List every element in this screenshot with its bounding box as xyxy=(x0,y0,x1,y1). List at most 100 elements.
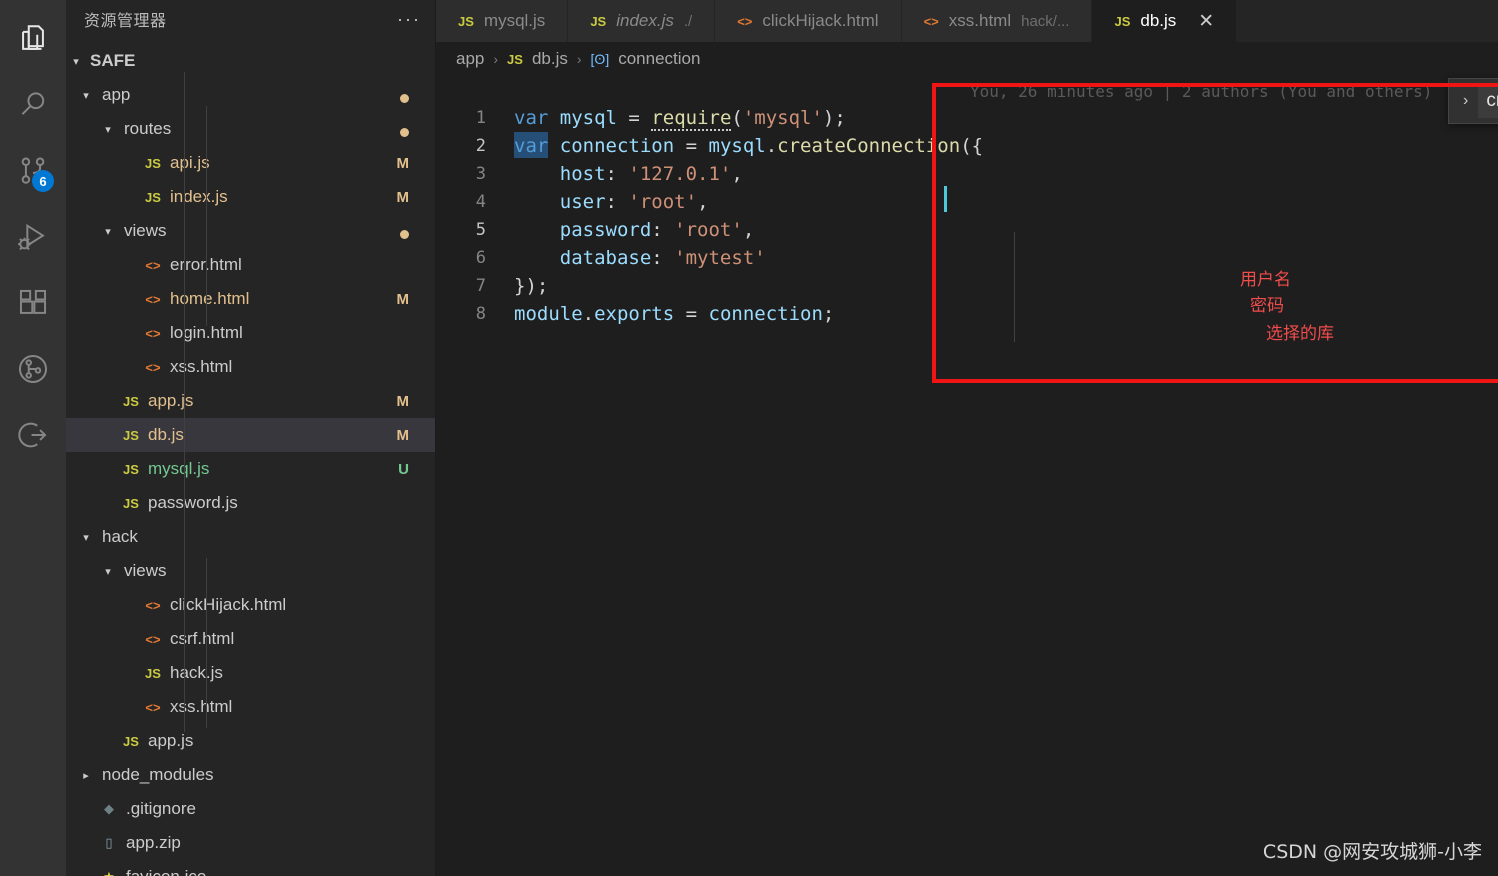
dot-glyph xyxy=(400,128,409,137)
activity-item-remote-explorer[interactable] xyxy=(0,404,66,470)
tab-path-label: hack/... xyxy=(1021,12,1070,30)
tree-root-safe[interactable]: ▾ SAFE xyxy=(66,44,435,78)
breadcrumb[interactable]: app › JS db.js › [ʘ] connection xyxy=(436,42,1498,76)
tree-item-favicon-ico[interactable]: ★favicon.ico xyxy=(66,860,435,876)
chevron-right-icon: ▸ xyxy=(83,769,89,782)
code-token: var xyxy=(514,107,549,129)
code-line[interactable]: host: '127.0.1', xyxy=(514,160,983,188)
code-line[interactable]: var mysql = require('mysql'); xyxy=(514,104,983,132)
js-file-icon: JS xyxy=(507,51,523,67)
editor-tab-clickhijack-html[interactable]: <> clickHijack.html xyxy=(715,0,902,42)
code-editor[interactable]: You, 26 minutes ago | 2 authors (You and… xyxy=(436,76,1498,876)
tree-item-home-html[interactable]: <> home.html M xyxy=(66,282,435,316)
js-file-icon: JS xyxy=(590,13,607,29)
tree-item-routes[interactable]: ▾ routes xyxy=(66,112,435,146)
find-widget[interactable]: › Aa Ab| .* 无结果 xyxy=(1448,78,1498,124)
tree-item-app[interactable]: ▾ app xyxy=(66,78,435,112)
breadcrumb-item-app[interactable]: app xyxy=(456,49,484,69)
code-content[interactable]: var mysql = require('mysql'); var connect… xyxy=(514,104,983,328)
code-line[interactable]: }); xyxy=(514,272,983,300)
line-number: 1 xyxy=(475,108,486,128)
code-token: 'root' xyxy=(674,219,743,241)
js-file-icon: JS xyxy=(145,189,161,205)
code-token: database xyxy=(559,247,652,269)
close-icon[interactable]: ✕ xyxy=(1198,12,1214,31)
html-file-icon: <> xyxy=(923,13,939,29)
code-token: 'mysql' xyxy=(742,107,823,129)
chevron-right-icon-2: › xyxy=(576,51,582,67)
editor-tab-mysql-js[interactable]: JS mysql.js xyxy=(436,0,569,42)
code-line[interactable]: user: 'root', xyxy=(514,188,983,216)
code-token: }); xyxy=(514,275,549,297)
line-number-gutter: 1 2 3 4 5 6 7 8 xyxy=(436,104,496,328)
tab-bar-filler xyxy=(1237,0,1498,42)
tree-item-index-js[interactable]: JS index.js M xyxy=(66,180,435,214)
code-line[interactable]: database: 'mytest' xyxy=(514,244,983,272)
code-token: : xyxy=(605,163,629,185)
code-token: mysql xyxy=(708,135,766,157)
tree-item-hack[interactable]: ▾ hack xyxy=(66,520,435,554)
code-line[interactable]: password: 'root', xyxy=(514,216,983,244)
tree-item-app-zip[interactable]: ▯ app.zip xyxy=(66,826,435,860)
line-number: 5 xyxy=(475,220,486,240)
code-token: = xyxy=(616,107,652,129)
tree-item-clickhijack-html[interactable]: <> clickHijack.html xyxy=(66,588,435,622)
tree-item--gitignore[interactable]: ◆ .gitignore xyxy=(66,792,435,826)
breadcrumb-item-dbjs[interactable]: db.js xyxy=(532,49,568,69)
code-line[interactable]: module.exports = connection; xyxy=(514,300,983,328)
tree-item-app-js[interactable]: JS app.js xyxy=(66,724,435,758)
folder-modified-dot xyxy=(400,90,409,107)
tree-item-xss-html[interactable]: <> xss.html xyxy=(66,350,435,384)
tree-item-password-js[interactable]: JS password.js xyxy=(66,486,435,520)
breadcrumb-item-connection[interactable]: connection xyxy=(618,49,700,69)
tree-item-views[interactable]: ▾ views xyxy=(66,554,435,588)
tree-item-error-html[interactable]: <> error.html xyxy=(66,248,435,282)
watermark-text: CSDN @网安攻城狮-小李 xyxy=(1262,841,1482,863)
tree-item-login-html[interactable]: <> login.html xyxy=(66,316,435,350)
git-status-badge: U xyxy=(398,460,409,478)
tree-item-hack-js[interactable]: JS hack.js xyxy=(66,656,435,690)
file-tree[interactable]: ▾ SAFE ▾ app ▾ routes JS api.js M JS index.js M ▾ v… xyxy=(66,38,435,876)
dot-glyph xyxy=(400,230,409,239)
tree-item-app-js[interactable]: JS app.js M xyxy=(66,384,435,418)
code-line[interactable]: var connection = mysql.createConnection(… xyxy=(514,132,983,160)
activity-item-search[interactable] xyxy=(0,74,66,140)
tree-item-label: routes xyxy=(124,119,172,138)
git-status-badge: M xyxy=(396,154,410,172)
run-debug-icon xyxy=(16,220,50,259)
git-status-badge: M xyxy=(396,188,410,206)
activity-item-extensions[interactable] xyxy=(0,272,66,338)
activity-item-gitlens[interactable] xyxy=(0,338,66,404)
editor-tab-xss-html[interactable]: <> xss.html hack/... xyxy=(901,0,1093,42)
activity-item-source-control[interactable]: 6 xyxy=(0,140,66,206)
tree-item-api-js[interactable]: JS api.js M xyxy=(66,146,435,180)
tree-item-mysql-js[interactable]: JS mysql.js U xyxy=(66,452,435,486)
tree-item-label: app.js xyxy=(148,391,194,410)
tree-item-xss-html[interactable]: <> xss.html xyxy=(66,690,435,724)
code-token: , xyxy=(731,163,743,185)
tree-item-db-js[interactable]: JS db.js M xyxy=(66,418,435,452)
tree-item-node-modules[interactable]: ▸ node_modules xyxy=(66,758,435,792)
remote-icon xyxy=(16,418,50,457)
search-icon xyxy=(16,88,50,127)
html-file-icon: <> xyxy=(145,631,161,647)
editor-tab-db-js[interactable]: JS db.js ✕ xyxy=(1092,0,1238,42)
code-token: password xyxy=(559,219,652,241)
more-actions-icon[interactable]: ··· xyxy=(397,9,421,30)
tree-item-label: hack.js xyxy=(170,663,223,682)
activity-item-explorer[interactable] xyxy=(0,8,66,74)
gitlens-icon xyxy=(16,352,50,391)
editor-tab-index-js[interactable]: JS index.js ./ xyxy=(568,0,716,42)
find-input[interactable] xyxy=(1478,84,1498,118)
code-token: connection xyxy=(559,135,675,157)
tree-item-csrf-html[interactable]: <> csrf.html xyxy=(66,622,435,656)
code-token: ); xyxy=(822,107,846,129)
html-file-icon: <> xyxy=(145,699,161,715)
toggle-replace-icon[interactable]: › xyxy=(1453,92,1478,110)
chevron-down-icon: ▾ xyxy=(73,55,79,68)
tree-item-views[interactable]: ▾ views xyxy=(66,214,435,248)
tree-item-label: hack xyxy=(102,527,138,546)
code-token: , xyxy=(742,219,755,241)
activity-item-run-and-debug[interactable] xyxy=(0,206,66,272)
